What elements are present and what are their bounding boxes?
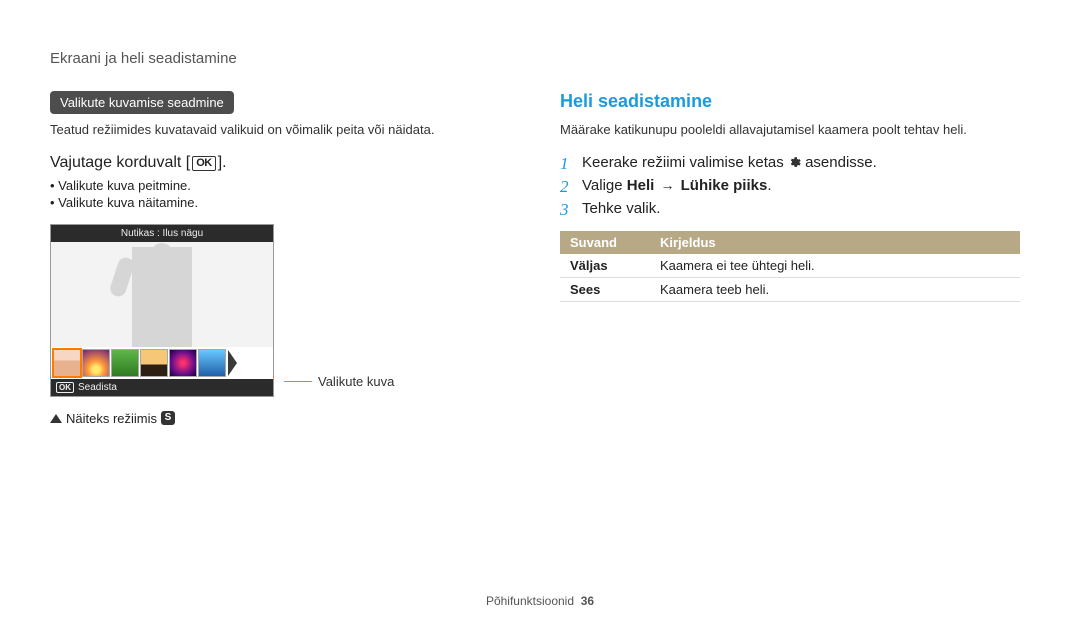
- bullet-item: Valikute kuva näitamine.: [50, 195, 500, 210]
- breadcrumb: Ekraani ja heli seadistamine: [50, 50, 1030, 67]
- right-column: Heli seadistamine Määrake katikunupu poo…: [560, 91, 1030, 426]
- example-note-text: Näiteks režiimis: [66, 411, 157, 426]
- step-1-prefix: Keerake režiimi valimise ketas: [582, 154, 788, 171]
- table-row: Väljas Kaamera ei tee ühtegi heli.: [560, 254, 1020, 278]
- callout: Valikute kuva: [284, 374, 394, 389]
- camera-filmstrip: [51, 347, 273, 379]
- step-1: Keerake režiimi valimise ketas asendisse…: [560, 154, 1030, 171]
- left-intro-text: Teatud režiimides kuvatavaid valikuid on…: [50, 120, 500, 140]
- bullet-item: Valikute kuva peitmine.: [50, 178, 500, 193]
- section-title: Heli seadistamine: [560, 91, 1030, 112]
- table-row: Sees Kaamera teeb heli.: [560, 277, 1020, 301]
- table-head-option: Suvand: [560, 231, 650, 254]
- bullet-list: Valikute kuva peitmine. Valikute kuva nä…: [50, 178, 500, 210]
- thumbnail-firework: [169, 349, 197, 377]
- step-2-bold2: Lühike piiks: [681, 177, 768, 194]
- numbered-steps: Keerake režiimi valimise ketas asendisse…: [560, 154, 1030, 217]
- document-page: Ekraani ja heli seadistamine Valikute ku…: [0, 0, 1080, 630]
- press-suffix: ].: [218, 154, 227, 171]
- camera-footer-label: Seadista: [78, 382, 117, 393]
- press-ok-instruction: Vajutage korduvalt [OK].: [50, 154, 500, 172]
- thumbnail-face: [53, 349, 81, 377]
- ok-key-icon: OK: [192, 156, 216, 171]
- camera-footer-bar: OK Seadista: [51, 379, 273, 396]
- step-1-suffix: asendisse.: [805, 154, 877, 171]
- gear-icon: [788, 156, 801, 169]
- camera-screen-illustration: Nutikas : Ilus nägu OK: [50, 224, 274, 397]
- ok-mini-icon: OK: [56, 382, 74, 393]
- step-2: Valige Heli → Lühike piiks.: [560, 177, 1030, 194]
- thumbnail-green: [111, 349, 139, 377]
- example-note: Näiteks režiimis S: [50, 411, 500, 426]
- callout-line-icon: [284, 381, 312, 382]
- options-table: Suvand Kirjeldus Väljas Kaamera ei tee ü…: [560, 231, 1020, 302]
- left-column: Valikute kuvamise seadmine Teatud režiim…: [50, 91, 500, 426]
- table-head-description: Kirjeldus: [650, 231, 1020, 254]
- subsection-pill: Valikute kuvamise seadmine: [50, 91, 234, 114]
- footer-section: Põhifunktsioonid: [486, 594, 574, 608]
- camera-illustration-wrap: Nutikas : Ilus nägu OK: [50, 224, 500, 397]
- triangle-up-icon: [50, 414, 62, 423]
- camera-titlebar: Nutikas : Ilus nägu: [51, 225, 273, 242]
- thumbnail-blue: [198, 349, 226, 377]
- thumbnail-sunset: [82, 349, 110, 377]
- press-prefix: Vajutage korduvalt [: [50, 154, 190, 171]
- two-column-layout: Valikute kuvamise seadmine Teatud režiim…: [50, 91, 1030, 426]
- mode-badge-icon: S: [161, 411, 175, 425]
- step-2-bold1: Heli: [627, 177, 655, 194]
- arrow-right-icon: →: [660, 177, 674, 193]
- step-3: Tehke valik.: [560, 200, 1030, 217]
- thumbnail-beach: [140, 349, 168, 377]
- callout-label: Valikute kuva: [318, 374, 394, 389]
- page-number: 36: [581, 594, 594, 608]
- right-intro-text: Määrake katikunupu pooleldi allavajutami…: [560, 120, 1030, 140]
- step-2-suffix: .: [767, 177, 771, 194]
- step-2-prefix: Valige: [582, 177, 627, 194]
- option-name: Sees: [560, 277, 650, 301]
- option-description: Kaamera ei tee ühtegi heli.: [650, 254, 1020, 278]
- person-silhouette-icon: [132, 247, 192, 347]
- camera-preview-area: [51, 242, 273, 347]
- page-footer: Põhifunktsioonid 36: [0, 594, 1080, 608]
- option-description: Kaamera teeb heli.: [650, 277, 1020, 301]
- chevron-right-icon: [228, 350, 237, 376]
- option-name: Väljas: [560, 254, 650, 278]
